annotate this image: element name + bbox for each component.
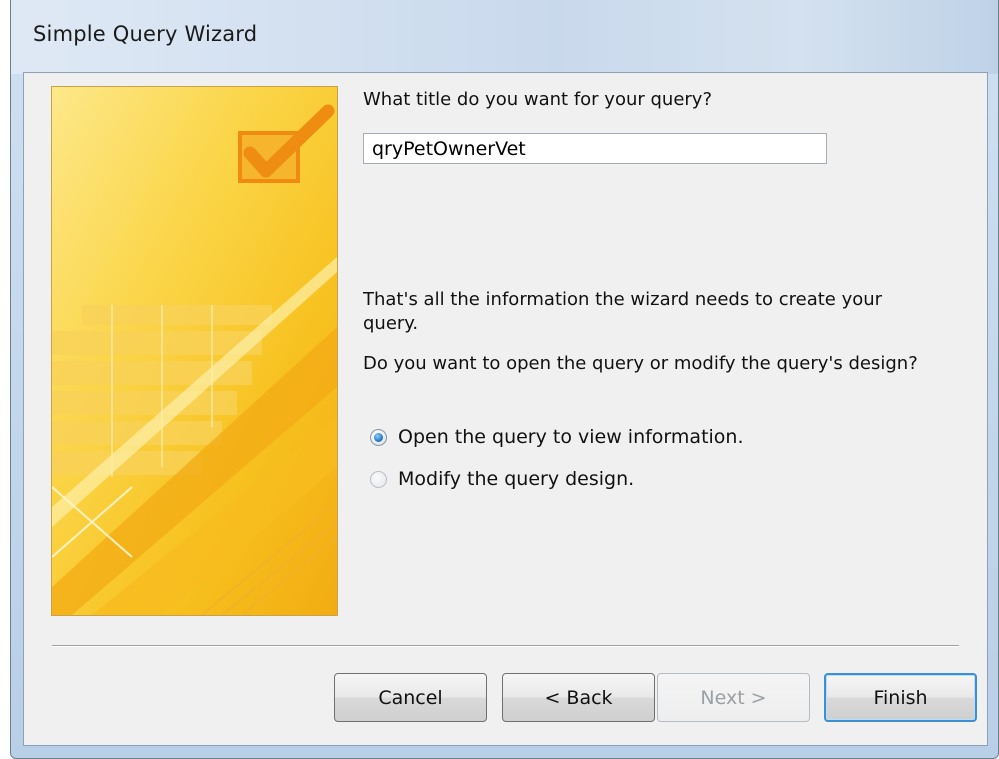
modify-design-option[interactable]: Modify the query design. bbox=[370, 468, 634, 490]
info-text-line1: That's all the information the wizard ne… bbox=[363, 289, 883, 310]
cancel-button[interactable]: Cancel bbox=[334, 673, 487, 722]
finish-button[interactable]: Finish bbox=[824, 673, 977, 722]
title-bar[interactable]: Simple Query Wizard bbox=[11, 0, 998, 74]
query-title-prompt: What title do you want for your query? bbox=[363, 89, 713, 110]
open-query-label: Open the query to view information. bbox=[398, 426, 744, 448]
radio-button-checked[interactable] bbox=[370, 428, 387, 446]
wizard-dialog: Simple Query Wizard What title do you wa… bbox=[10, 0, 999, 759]
next-button[interactable]: Next > bbox=[657, 673, 810, 722]
query-title-input[interactable] bbox=[363, 133, 827, 164]
modify-design-label: Modify the query design. bbox=[398, 468, 635, 490]
wizard-body: What title do you want for your query? T… bbox=[23, 72, 988, 746]
info-text-line2: query. bbox=[363, 313, 419, 334]
open-or-modify-question: Do you want to open the query or modify … bbox=[363, 353, 918, 374]
separator-line bbox=[52, 645, 959, 647]
open-query-option[interactable]: Open the query to view information. bbox=[370, 426, 744, 448]
back-button[interactable]: < Back bbox=[502, 673, 655, 722]
wizard-banner-image bbox=[51, 86, 338, 616]
radio-button-unchecked[interactable] bbox=[370, 470, 387, 488]
window-title: Simple Query Wizard bbox=[33, 22, 258, 46]
